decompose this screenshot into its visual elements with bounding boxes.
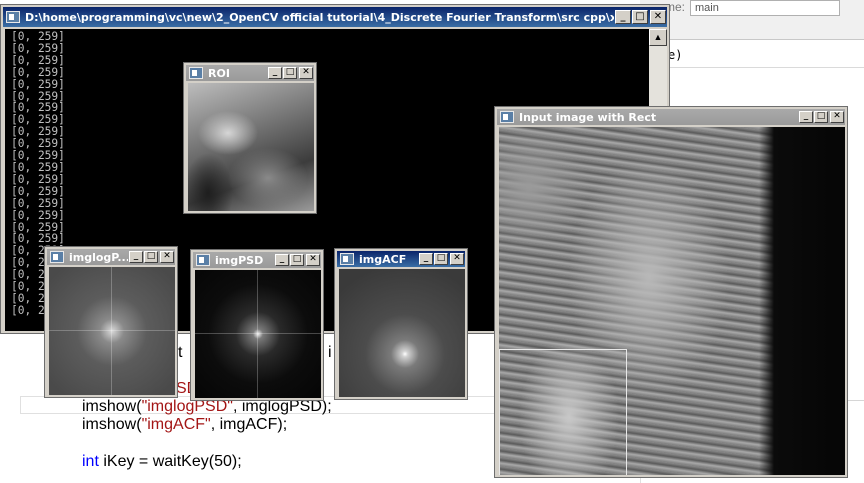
spectrum-axis-horizontal xyxy=(195,333,321,334)
name-field[interactable]: main xyxy=(690,0,840,16)
code-string: "imgACF" xyxy=(141,416,211,433)
console-line: [0, 259] xyxy=(11,65,65,79)
window-app-icon xyxy=(500,111,514,123)
imglogpsd-titlebar[interactable]: imglogP... _ □ ✕ xyxy=(47,249,175,265)
maximize-button[interactable]: □ xyxy=(434,253,448,265)
code-keyword: int xyxy=(82,453,99,470)
window-app-icon xyxy=(189,67,203,79)
close-button[interactable]: ✕ xyxy=(830,111,844,123)
code-line-waitkey[interactable]: int iKey = waitKey(50); xyxy=(82,453,242,471)
imgpsd-window[interactable]: imgPSD _ □ ✕ xyxy=(190,249,324,401)
code-fragment: i xyxy=(328,344,332,361)
imgacf-window[interactable]: imgACF _ □ ✕ xyxy=(334,248,468,400)
maximize-button[interactable]: □ xyxy=(632,10,648,24)
roi-rectangle xyxy=(499,349,627,475)
close-button[interactable]: ✕ xyxy=(160,251,174,263)
console-title: D:\home\programming\vc\new\2_OpenCV offi… xyxy=(25,10,614,24)
maximize-button[interactable]: □ xyxy=(814,111,828,123)
input-image-window[interactable]: Input image with Rect _ □ ✕ xyxy=(494,106,848,478)
input-image xyxy=(499,127,845,475)
minimize-button[interactable]: _ xyxy=(129,251,143,263)
imgacf-image xyxy=(339,269,465,397)
console-line: [0, 259] xyxy=(11,41,65,55)
close-button[interactable]: ✕ xyxy=(450,253,464,265)
minimize-button[interactable]: _ xyxy=(799,111,813,123)
imgacf-titlebar[interactable]: imgACF _ □ ✕ xyxy=(337,251,465,267)
close-button[interactable]: ✕ xyxy=(299,67,313,79)
minimize-button[interactable]: _ xyxy=(268,67,282,79)
window-app-icon xyxy=(340,253,354,265)
code-token: imshow( xyxy=(82,416,142,433)
code-fragment: t xyxy=(178,344,183,361)
imglogpsd-title: imglogP... xyxy=(69,250,128,264)
code-line-imshow-acf[interactable]: imshow("imgACF", imgACF); xyxy=(82,416,287,434)
spectrum-axis-vertical xyxy=(111,267,112,395)
console-line: [0, 259] xyxy=(11,77,65,91)
window-app-icon xyxy=(196,254,210,266)
spectrum-axis-vertical xyxy=(257,270,258,398)
input-image-titlebar[interactable]: Input image with Rect _ □ ✕ xyxy=(497,109,845,125)
imgacf-title: imgACF xyxy=(359,252,407,266)
close-button[interactable]: ✕ xyxy=(650,10,666,24)
minimize-button[interactable]: _ xyxy=(419,253,433,265)
maximize-button[interactable]: □ xyxy=(290,254,304,266)
function-combo-text: e) xyxy=(668,48,683,62)
code-token: iKey = waitKey(50); xyxy=(98,453,242,470)
imgpsd-titlebar[interactable]: imgPSD _ □ ✕ xyxy=(193,252,321,268)
minimize-button[interactable]: _ xyxy=(615,10,631,24)
console-titlebar[interactable]: D:\home\programming\vc\new\2_OpenCV offi… xyxy=(3,7,667,27)
close-button[interactable]: ✕ xyxy=(306,254,320,266)
imgpsd-title: imgPSD xyxy=(215,253,264,267)
console-line: [0, 259] xyxy=(11,89,65,103)
input-image-title: Input image with Rect xyxy=(519,110,657,124)
roi-titlebar[interactable]: ROI _ □ ✕ xyxy=(186,65,314,81)
imgpsd-image xyxy=(195,270,321,398)
imglogpsd-window[interactable]: imglogP... _ □ ✕ xyxy=(44,246,178,398)
code-token: , imgACF); xyxy=(210,416,288,433)
maximize-button[interactable]: □ xyxy=(144,251,158,263)
spectrum-axis-horizontal xyxy=(49,330,175,331)
roi-window[interactable]: ROI _ □ ✕ xyxy=(183,62,317,214)
roi-image xyxy=(188,83,314,211)
imglogpsd-image xyxy=(49,267,175,395)
minimize-button[interactable]: _ xyxy=(275,254,289,266)
scroll-up-button[interactable]: ▲ xyxy=(649,29,667,46)
console-line: [0, 259] xyxy=(11,53,65,67)
code-token: imshow( xyxy=(82,398,142,415)
roi-title: ROI xyxy=(208,66,230,80)
console-line: [0, 259] xyxy=(11,30,65,43)
maximize-button[interactable]: □ xyxy=(283,67,297,79)
console-app-icon xyxy=(6,11,20,23)
window-app-icon xyxy=(50,251,64,263)
